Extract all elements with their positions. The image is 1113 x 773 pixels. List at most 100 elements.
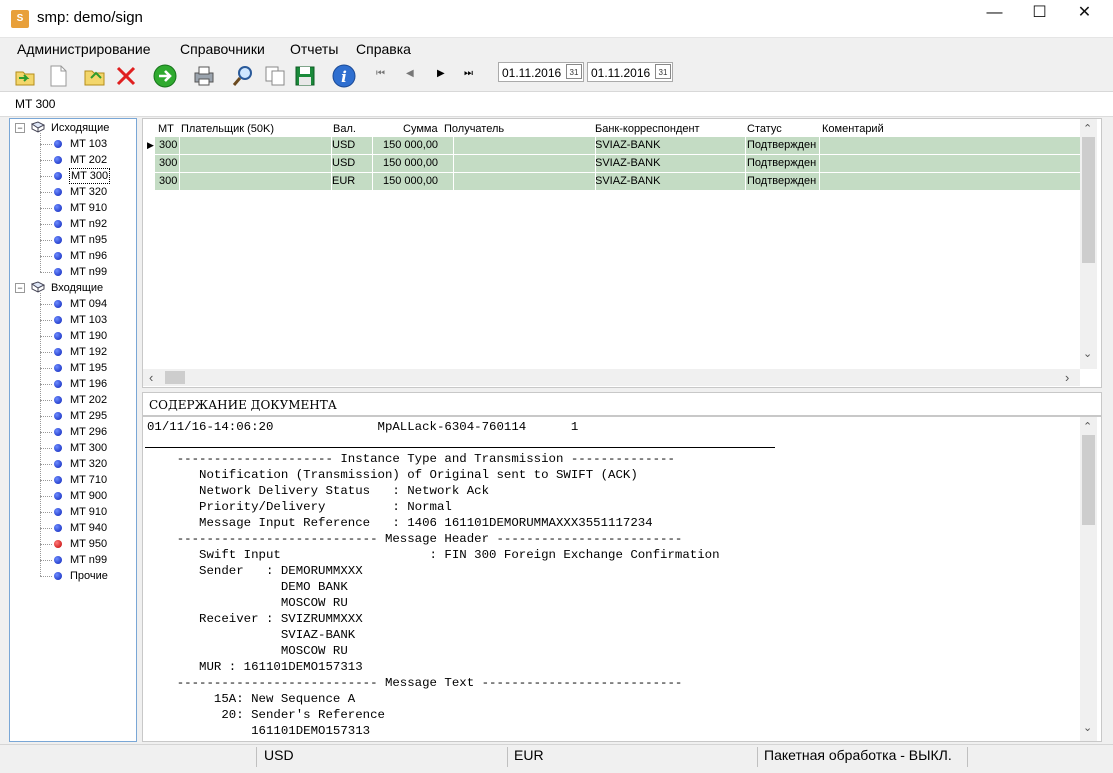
maximize-icon[interactable]: ☐ [1017, 0, 1062, 30]
calendar-icon[interactable]: 31 [655, 64, 671, 79]
grid-horizontal-scrollbar[interactable]: ‹ › [143, 369, 1080, 386]
print-icon[interactable] [191, 63, 217, 89]
document-content-pane[interactable]: 01/11/16-14:06:20 MpALLack-6304-760114 1… [142, 416, 1102, 742]
tree-item-incoming[interactable]: MT 192 [10, 344, 136, 360]
tree-item-incoming[interactable]: MT 190 [10, 328, 136, 344]
last-record-icon[interactable]: ⏭ [464, 68, 473, 79]
cell-correspondent-bank: SVIAZ-BANK [595, 157, 661, 169]
menu-help[interactable]: Справка [356, 41, 411, 57]
new-document-icon[interactable] [45, 63, 71, 89]
scroll-right-icon[interactable]: › [1065, 370, 1069, 385]
document-vertical-scrollbar[interactable]: ⌃ ⌄ [1080, 417, 1097, 741]
tree-item-incoming[interactable]: MT 202 [10, 392, 136, 408]
section-label: MT 300 [0, 92, 1113, 117]
status-dot-icon [54, 412, 62, 420]
delete-icon[interactable] [113, 63, 139, 89]
status-dot-icon [54, 300, 62, 308]
tree-item-incoming[interactable]: MT 320 [10, 456, 136, 472]
status-dot-icon [54, 316, 62, 324]
tree-group-incoming[interactable]: − Входящие [10, 280, 136, 296]
tree-item-incoming[interactable]: MT 940 [10, 520, 136, 536]
cell-currency: USD [332, 139, 356, 151]
close-window-icon[interactable]: ✕ [1062, 0, 1107, 30]
document-content-header: СОДЕРЖАНИЕ ДОКУМЕНТА [142, 392, 1102, 416]
tree-item-label: MT 300 [70, 442, 108, 454]
tree-group-outgoing[interactable]: − Исходящие [10, 120, 136, 136]
scroll-up-icon[interactable]: ⌃ [1083, 122, 1092, 135]
column-header-correspondent-bank[interactable]: Банк-корреспондент [595, 123, 700, 135]
menu-administration[interactable]: Администрирование [17, 41, 151, 57]
tree-item-outgoing[interactable]: MT n96 [10, 248, 136, 264]
tree-item-incoming[interactable]: MT 094 [10, 296, 136, 312]
first-record-icon[interactable]: ⏮ [376, 68, 385, 79]
copy-icon[interactable] [262, 63, 288, 89]
section-title: MT 300 [15, 97, 56, 111]
tree-item-incoming[interactable]: MT 900 [10, 488, 136, 504]
tree-item-incoming[interactable]: MT n99 [10, 552, 136, 568]
info-icon[interactable]: i [331, 63, 357, 89]
scroll-left-icon[interactable]: ‹ [149, 370, 153, 385]
tree-item-outgoing[interactable]: MT 103 [10, 136, 136, 152]
tree-item-incoming[interactable]: MT 295 [10, 408, 136, 424]
column-header-currency[interactable]: Вал. [333, 123, 356, 135]
tree-item-incoming[interactable]: MT 103 [10, 312, 136, 328]
tree-item-label: MT n95 [70, 234, 108, 246]
scroll-down-icon[interactable]: ⌄ [1083, 721, 1092, 734]
column-header-comment[interactable]: Коментарий [822, 123, 884, 135]
document-line: --------------------- Instance Type and … [147, 452, 675, 466]
column-header-recipient[interactable]: Получатель [444, 123, 504, 135]
tree-item-outgoing[interactable]: MT 910 [10, 200, 136, 216]
tree-item-outgoing[interactable]: MT n99 [10, 264, 136, 280]
minimize-icon[interactable]: — [972, 0, 1017, 30]
scroll-thumb[interactable] [1082, 137, 1095, 263]
go-forward-icon[interactable] [152, 63, 178, 89]
tree-item-incoming[interactable]: MT 300 [10, 440, 136, 456]
table-row[interactable]: 300 EUR 150 000,00 SVIAZ-BANK Подтвержден [155, 173, 1080, 191]
tree-item-label: MT 103 [70, 314, 108, 326]
collapse-icon[interactable]: − [15, 283, 25, 293]
scroll-thumb[interactable] [1082, 435, 1095, 525]
column-header-payer[interactable]: Плательщик (50K) [181, 123, 274, 135]
tree-item-outgoing[interactable]: MT 300 [10, 168, 136, 184]
tree-item-outgoing[interactable]: MT 320 [10, 184, 136, 200]
status-dot-icon [54, 508, 62, 516]
status-dot-icon [54, 236, 62, 244]
scroll-down-icon[interactable]: ⌄ [1083, 347, 1092, 360]
search-icon[interactable] [230, 63, 256, 89]
cell-status: Подтвержден [747, 175, 817, 187]
save-icon[interactable] [292, 63, 318, 89]
document-line: 161101DEMO157313 [147, 724, 371, 738]
open-folder-icon[interactable] [82, 63, 108, 89]
column-header-sum[interactable]: Сумма [403, 123, 438, 135]
next-record-icon[interactable]: ▶ [437, 68, 445, 79]
scroll-up-icon[interactable]: ⌃ [1083, 420, 1092, 433]
collapse-icon[interactable]: − [15, 123, 25, 133]
tree-item-label: MT n99 [70, 554, 108, 566]
column-header-mt[interactable]: MT [158, 123, 174, 135]
table-row[interactable]: 300 USD 150 000,00 SVIAZ-BANK Подтвержден [155, 155, 1080, 173]
calendar-icon[interactable]: 31 [566, 64, 582, 79]
tree-item-incoming[interactable]: Прочие [10, 568, 136, 584]
cell-correspondent-bank: SVIAZ-BANK [595, 139, 661, 151]
tree-item-incoming[interactable]: MT 296 [10, 424, 136, 440]
document-line: --------------------------- Message Head… [147, 532, 683, 546]
grid-vertical-scrollbar[interactable]: ⌃ ⌄ [1080, 119, 1097, 369]
prev-record-icon[interactable]: ◀ [406, 68, 414, 79]
import-icon[interactable] [12, 63, 38, 89]
status-dot-icon [54, 524, 62, 532]
tree-item-incoming[interactable]: MT 196 [10, 376, 136, 392]
tree-item-outgoing[interactable]: MT n92 [10, 216, 136, 232]
menu-directories[interactable]: Справочники [180, 41, 265, 57]
column-header-status[interactable]: Статус [747, 123, 782, 135]
status-currency-1: USD [264, 747, 294, 763]
tree-item-outgoing[interactable]: MT n95 [10, 232, 136, 248]
table-row[interactable]: ▶ 300 USD 150 000,00 SVIAZ-BANK Подтвержден [147, 137, 1080, 155]
tree-item-incoming[interactable]: MT 710 [10, 472, 136, 488]
tree-item-incoming[interactable]: MT 195 [10, 360, 136, 376]
h-scroll-thumb[interactable] [165, 371, 185, 384]
tree-item-incoming[interactable]: MT 910 [10, 504, 136, 520]
tree-item-outgoing[interactable]: MT 202 [10, 152, 136, 168]
tree-item-incoming[interactable]: MT 950 [10, 536, 136, 552]
menu-reports[interactable]: Отчеты [290, 41, 338, 57]
tree-item-label: MT 320 [70, 186, 108, 198]
